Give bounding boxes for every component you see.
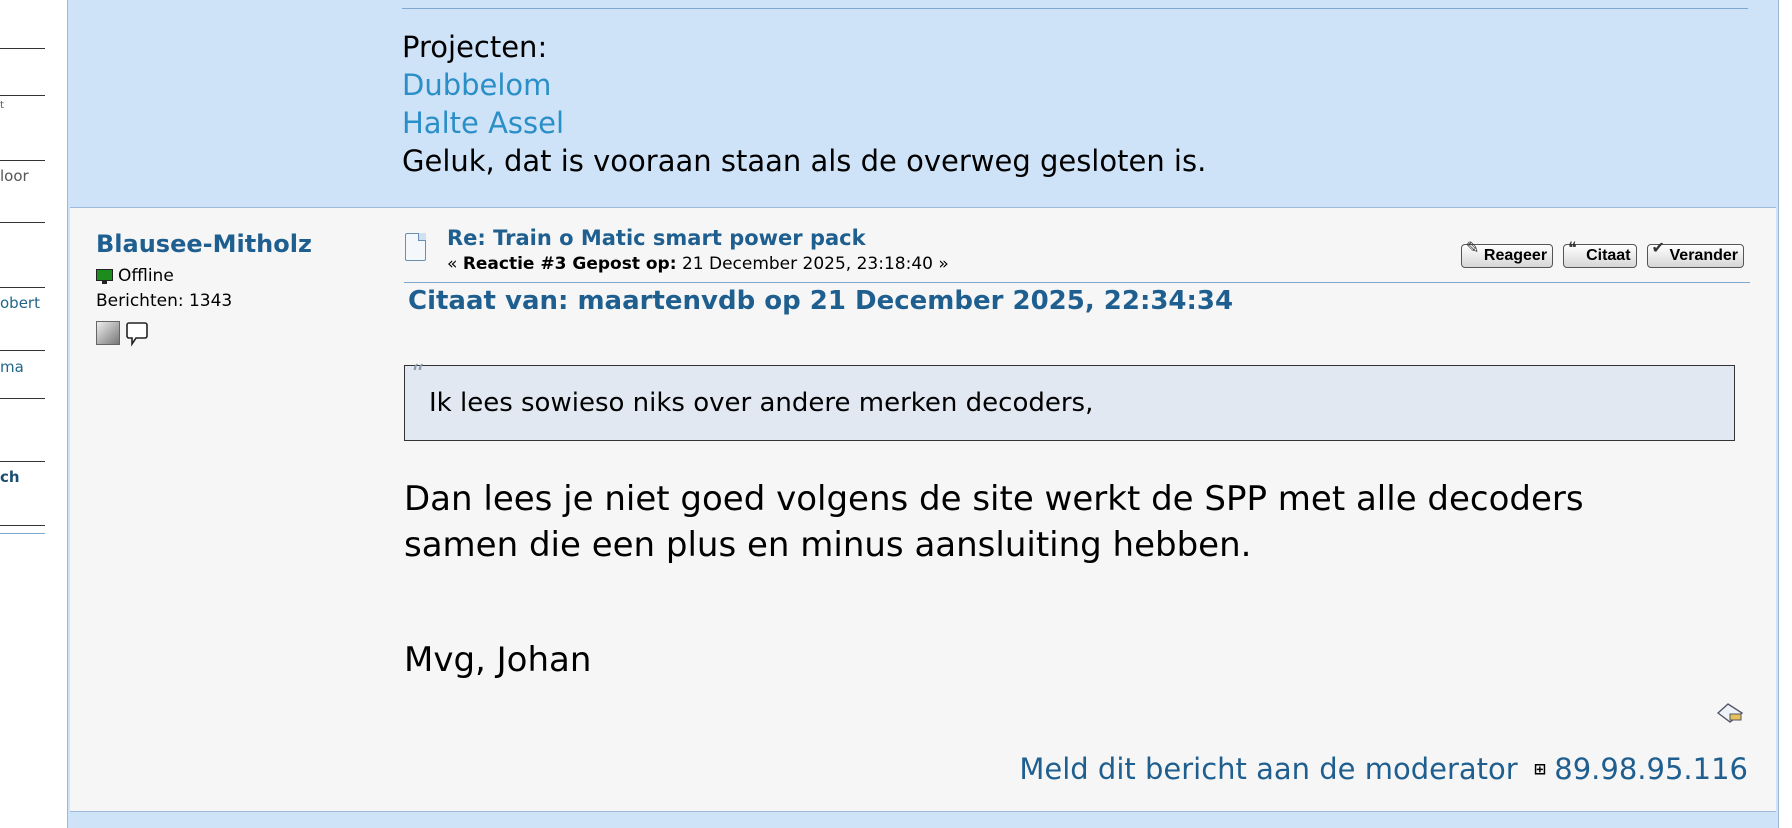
poster-status: Offline <box>96 266 174 286</box>
post-header-divider <box>404 282 1750 283</box>
post-signoff: Mvg, Johan <box>404 640 592 680</box>
reply-button[interactable]: ✎ Reageer <box>1460 240 1554 268</box>
ip-icon: ⊞ <box>1533 760 1547 778</box>
forum-post: Blausee-Mitholz Offline Berichten: 1343 … <box>70 207 1776 812</box>
edit-icon[interactable] <box>1716 701 1744 725</box>
previous-post: Projecten: Dubbelom Halte Assel Geluk, d… <box>68 0 1778 206</box>
poster-name[interactable]: Blausee-Mitholz <box>96 230 312 258</box>
reply-icon: ✎ <box>1465 240 1480 257</box>
sidebar-divider <box>0 287 45 288</box>
sidebar-link[interactable]: ch <box>0 468 46 486</box>
poster-icons <box>96 321 148 347</box>
sidebar-divider <box>0 398 45 399</box>
post-body-line: Dan lees je niet goed volgens de site we… <box>404 479 1584 519</box>
sidebar-link[interactable]: ma <box>0 358 46 376</box>
meta-suffix: » <box>938 254 949 274</box>
profile-icon[interactable] <box>96 321 120 345</box>
sidebar-divider <box>0 48 45 49</box>
monitor-status-icon <box>96 269 113 284</box>
forum-thread: Projecten: Dubbelom Halte Assel Geluk, d… <box>67 0 1779 828</box>
quote-button[interactable]: ❝ Citaat <box>1563 240 1637 268</box>
poster-post-count: Berichten: 1343 <box>96 291 233 311</box>
reply-button-label: Reageer <box>1483 247 1548 264</box>
signature-motto: Geluk, dat is vooraan staan als de overw… <box>402 144 1207 178</box>
sidebar-link[interactable]: obert <box>0 294 46 312</box>
quote-button-label: Citaat <box>1586 247 1631 264</box>
quote-icon: ❝ <box>1568 240 1577 257</box>
sidebar-fragment: loor <box>0 167 29 185</box>
post-buttons: ✎ Reageer ❝ Citaat ✔ Verander <box>1460 240 1744 268</box>
message-icon[interactable] <box>126 321 148 347</box>
sidebar-divider <box>0 222 45 223</box>
post-body: Dan lees je niet goed volgens de site we… <box>404 476 1584 568</box>
ip-group: ⊞ 89.98.95.116 <box>1534 752 1748 786</box>
sidebar-divider <box>0 350 45 351</box>
signature-heading: Projecten: <box>402 30 548 64</box>
modify-button-label: Verander <box>1669 247 1738 264</box>
next-post-edge <box>68 812 1778 828</box>
sidebar: t loor obert ma ch <box>0 0 48 828</box>
modify-button[interactable]: ✔ Verander <box>1646 240 1744 268</box>
ip-address-link[interactable]: 89.98.95.116 <box>1554 752 1748 786</box>
post-meta: « Reactie #3 Gepost op: 21 December 2025… <box>447 254 949 274</box>
report-to-moderator-link[interactable]: Meld dit bericht aan de moderator <box>1019 752 1517 786</box>
sidebar-divider <box>0 525 45 526</box>
quote-header[interactable]: Citaat van: maartenvdb op 21 December 20… <box>408 286 1233 316</box>
post-footer: Meld dit bericht aan de moderator ⊞ 89.9… <box>1019 752 1748 786</box>
modify-icon: ✔ <box>1651 240 1665 257</box>
sidebar-divider <box>0 160 45 161</box>
post-title[interactable]: Re: Train o Matic smart power pack <box>447 226 866 250</box>
document-icon <box>405 233 426 261</box>
quote-text: Ik lees sowieso niks over andere merken … <box>429 388 1094 418</box>
post-body-line: samen die een plus en minus aansluiting … <box>404 525 1252 565</box>
quote-box: “ Ik lees sowieso niks over andere merke… <box>404 360 1735 441</box>
sidebar-divider <box>0 461 45 462</box>
meta-label: Reactie #3 Gepost op: <box>462 254 677 274</box>
meta-date: 21 December 2025, 23:18:40 <box>681 254 933 274</box>
sidebar-divider <box>0 533 45 534</box>
status-text: Offline <box>118 266 174 286</box>
signature: Projecten: Dubbelom Halte Assel Geluk, d… <box>402 28 1206 180</box>
meta-prefix: « <box>447 254 458 274</box>
quote-mark-icon: “ <box>411 360 425 390</box>
signature-divider <box>402 8 1748 9</box>
signature-link-halte-assel[interactable]: Halte Assel <box>402 104 1206 142</box>
sidebar-divider <box>0 95 45 96</box>
sidebar-fragment: t <box>0 100 4 111</box>
signature-link-dubbelom[interactable]: Dubbelom <box>402 66 1206 104</box>
